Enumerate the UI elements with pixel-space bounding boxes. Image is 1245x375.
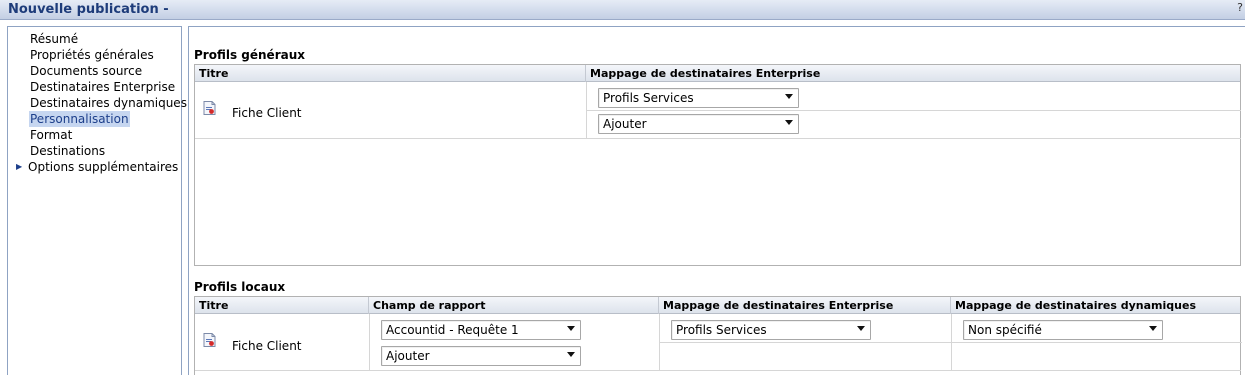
document-icon [203,333,216,347]
column-divider [369,314,370,371]
report-field-add-select[interactable]: Ajouter [381,346,581,366]
row-divider [195,138,1241,139]
chevron-down-icon [1149,326,1157,331]
sidebar-item-dynamic-recipients[interactable]: Destinataires dynamiques [30,95,187,111]
sidebar-item-resume[interactable]: Résumé [30,31,78,47]
enterprise-mapping-select[interactable]: Profils Services [598,88,799,108]
column-header-dynamic-mapping[interactable]: Mappage de destinataires dynamiques [951,297,1242,314]
sidebar-item-source-documents[interactable]: Documents source [30,63,142,79]
profile-title-cell: Fiche Client [232,106,302,120]
add-option-value: Ajouter [603,117,647,131]
document-icon [203,101,216,115]
sidebar-item-format[interactable]: Format [30,127,72,143]
global-profiles-title: Profils généraux [194,48,305,62]
chevron-down-icon [785,120,793,125]
report-field-value: Accountid - Requête 1 [386,323,519,337]
sidebar-nav: Résumé Propriétés générales Documents so… [7,26,187,375]
enterprise-mapping-select[interactable]: Profils Services [671,320,871,340]
dynamic-mapping-value: Non spécifié [968,323,1042,337]
sidebar-item-additional-options[interactable]: Options supplémentaires [28,159,178,175]
window-title-bar: Nouvelle publication - ? [0,0,1245,20]
enterprise-mapping-add-select[interactable]: Ajouter [598,114,799,134]
column-header-title[interactable]: Titre [195,65,586,82]
column-header-title[interactable]: Titre [195,297,369,314]
table-header: Titre Champ de rapport Mappage de destin… [195,297,1240,314]
sidebar-item-destinations[interactable]: Destinations [30,143,105,159]
main-content: Profils généraux Titre Mappage de destin… [188,26,1245,375]
report-field-select[interactable]: Accountid - Requête 1 [381,320,581,340]
local-profiles-title: Profils locaux [194,280,286,294]
column-header-enterprise-mapping[interactable]: Mappage de destinataires Enterprise [659,297,951,314]
column-header-report-field[interactable]: Champ de rapport [369,297,659,314]
enterprise-mapping-value: Profils Services [676,323,767,337]
help-button[interactable]: ? [1237,1,1243,14]
chevron-down-icon [567,326,575,331]
row-divider [586,110,1241,111]
global-profiles-table: Titre Mappage de destinataires Enterpris… [194,64,1241,266]
profile-title-cell: Fiche Client [232,339,302,353]
chevron-down-icon [785,94,793,99]
add-option-value: Ajouter [386,349,430,363]
enterprise-mapping-value: Profils Services [603,91,694,105]
column-header-enterprise-mapping[interactable]: Mappage de destinataires Enterprise [586,65,1242,82]
chevron-down-icon [857,326,865,331]
sidebar-item-general-properties[interactable]: Propriétés générales [30,47,154,63]
sidebar-item-personalization[interactable]: Personnalisation [29,111,130,127]
window-title: Nouvelle publication - [8,2,169,17]
row-divider [195,370,1241,371]
table-header: Titre Mappage de destinataires Enterpris… [195,65,1240,82]
dynamic-mapping-select[interactable]: Non spécifié [963,320,1163,340]
expand-arrow-icon[interactable]: ▶ [16,159,22,175]
local-profiles-table: Titre Champ de rapport Mappage de destin… [194,296,1242,375]
chevron-down-icon [567,352,575,357]
row-divider [659,342,1242,343]
sidebar-item-enterprise-recipients[interactable]: Destinataires Enterprise [30,79,175,95]
